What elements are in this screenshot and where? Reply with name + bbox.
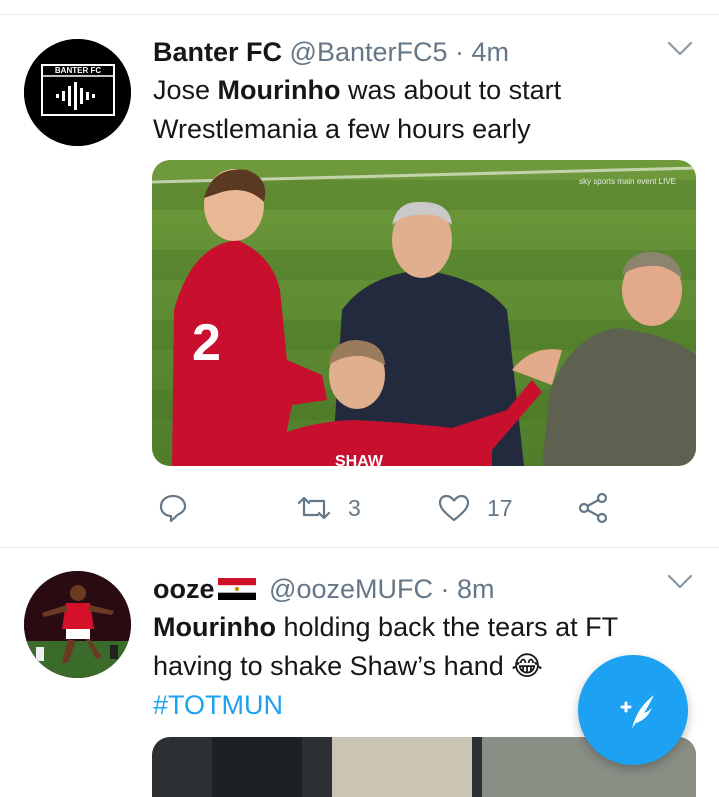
separator-dot: · <box>455 37 465 67</box>
like-button[interactable]: 17 <box>437 488 513 528</box>
compose-tweet-button[interactable] <box>578 655 688 765</box>
shirt-name: SHAW <box>335 453 384 466</box>
avatar-banter-fc[interactable]: BANTER FC <box>24 39 131 146</box>
tweet-card[interactable]: BANTER FC Banter FC @BanterFC5 · 4m Jose… <box>0 15 719 547</box>
banter-fc-logo: BANTER FC <box>24 39 131 146</box>
user-handle[interactable]: @oozeMUFC <box>269 574 433 604</box>
avatar-ooze[interactable] <box>24 571 131 678</box>
compose-tweet-icon <box>620 695 654 729</box>
avatar-photo <box>24 571 131 678</box>
retweet-button[interactable]: 3 <box>296 488 361 528</box>
chevron-down-icon[interactable] <box>667 41 693 57</box>
tweet-text-prefix: Jose <box>153 75 218 105</box>
match-photo: 2 SHAW sky sports main event LIVE <box>152 160 696 466</box>
tweet-header: Banter FC @BanterFC5 · 4m <box>153 37 509 68</box>
svg-text:BANTER FC: BANTER FC <box>55 66 101 75</box>
tweet-text: Jose Mourinho was about to start Wrestle… <box>153 71 673 149</box>
tweet-text-highlight: Mourinho <box>217 75 341 105</box>
broadcast-overlay: sky sports main event LIVE <box>579 177 676 186</box>
retweet-icon <box>297 496 331 520</box>
display-name[interactable]: ooze <box>153 574 215 604</box>
tweet-text-highlight: Mourinho <box>153 612 276 642</box>
chevron-down-icon[interactable] <box>667 574 693 590</box>
tweet-media-image[interactable]: 2 SHAW sky sports main event LIVE <box>152 160 696 466</box>
share-button[interactable] <box>578 488 610 528</box>
tweet-actions: 3 17 <box>0 488 719 528</box>
separator-dot: · <box>440 574 450 604</box>
retweet-count: 3 <box>348 494 361 521</box>
timestamp[interactable]: 4m <box>472 37 510 67</box>
reply-button[interactable] <box>158 488 204 528</box>
like-count: 17 <box>487 494 513 521</box>
user-handle[interactable]: @BanterFC5 <box>290 37 448 67</box>
egypt-flag-icon <box>217 578 256 600</box>
hashtag-link[interactable]: #TOTMUN <box>153 690 283 720</box>
reply-icon <box>159 494 187 523</box>
display-name[interactable]: Banter FC <box>153 37 282 67</box>
heart-icon <box>438 494 470 522</box>
shirt-number: 2 <box>192 314 221 372</box>
timestamp[interactable]: 8m <box>457 574 495 604</box>
share-icon <box>578 492 608 524</box>
tweet-header: ooze @oozeMUFC · 8m <box>153 574 495 605</box>
